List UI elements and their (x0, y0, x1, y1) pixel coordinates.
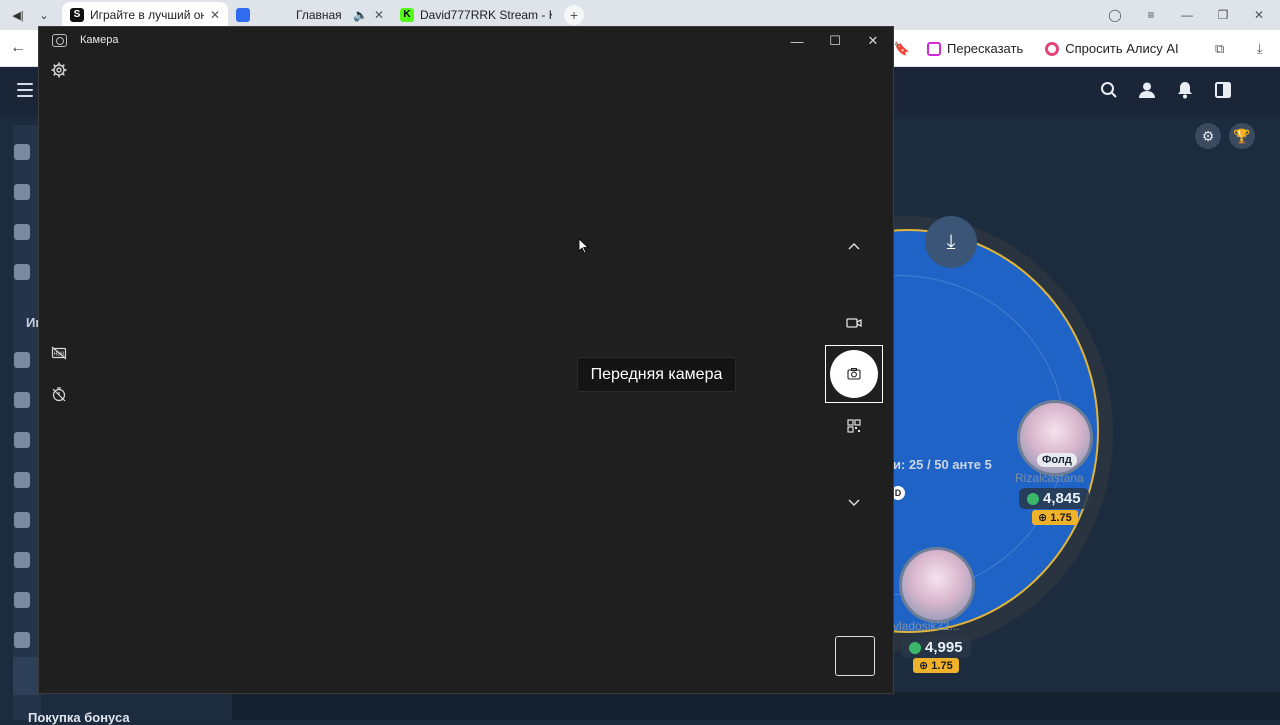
player-name: vladosik22... (893, 619, 960, 633)
close-window-icon[interactable]: ✕ (1248, 8, 1270, 22)
sidebar-icon[interactable] (14, 392, 30, 408)
close-button[interactable]: ✕ (854, 27, 892, 55)
player-bet: ⊕ 1.75 (1032, 510, 1078, 525)
photo-mode-frame (825, 345, 883, 403)
front-camera-tooltip: Передняя камера (577, 357, 736, 392)
video-mode-icon[interactable] (844, 313, 864, 333)
sidebar-icon[interactable] (14, 224, 30, 240)
player-bet: ⊕ 1.75 (913, 658, 959, 673)
audio-playing-icon[interactable]: 🔈 (353, 8, 368, 22)
downloads-icon[interactable]: ⤓ (1251, 41, 1269, 57)
timer-off-icon[interactable] (51, 386, 67, 402)
close-tab-icon[interactable]: ✕ (210, 8, 220, 22)
buy-bonus-link[interactable]: Покупка бонуса (28, 710, 130, 725)
camera-window: Камера — ☐ ✕ HDR Передняя камера (39, 27, 893, 693)
player-bet-value: 1.75 (1050, 512, 1072, 524)
tab-label: Играйте в лучший онл (90, 8, 204, 22)
minimize-icon[interactable]: — (1176, 8, 1198, 22)
sidebar-icon[interactable] (14, 632, 30, 648)
close-tab-icon[interactable]: ✕ (374, 8, 384, 22)
panel-toggle-icon[interactable] (1214, 81, 1232, 99)
mouse-cursor-icon (578, 238, 590, 254)
alice-icon (1045, 41, 1060, 56)
player-avatar[interactable] (899, 547, 975, 623)
extensions-icon[interactable]: ⧉ (1211, 41, 1229, 57)
new-tab-plus-icon[interactable]: + (564, 5, 584, 25)
tab-main[interactable]: Главная 🔈 ✕ (228, 2, 392, 28)
window-title: Камера (80, 34, 119, 46)
player-name: Rizalcastana (1015, 471, 1084, 485)
sidebar-item-active[interactable] (13, 657, 41, 695)
sidebar-icon[interactable] (14, 264, 30, 280)
chevron-down-icon[interactable] (844, 492, 864, 512)
minimize-button[interactable]: — (778, 27, 816, 55)
photo-mode-icon (847, 368, 861, 380)
download-arrow-icon[interactable]: ⤓ (925, 216, 977, 268)
retell-label: Пересказать (947, 41, 1024, 56)
sidebar-icon[interactable] (14, 552, 30, 568)
camera-app-icon (52, 34, 67, 47)
chip-icon (909, 641, 921, 654)
fold-status-badge: Фолд (1037, 453, 1077, 467)
toolbar-actions: 🔖 Пересказать Спросить Алису AI ⧉ ⤓ (893, 30, 1269, 67)
kick-favicon-icon: K (400, 8, 414, 22)
ask-alice-label: Спросить Алису AI (1065, 41, 1179, 56)
ask-alice-button[interactable]: Спросить Алису AI (1039, 37, 1184, 60)
tab-list-chevron-icon[interactable]: ⌄ (32, 4, 56, 26)
restore-icon[interactable]: ❐ (1212, 8, 1234, 22)
camera-titlebar: Камера — ☐ ✕ (39, 27, 893, 55)
trophy-icon[interactable]: 🏆 (1229, 123, 1255, 149)
tab-label: David777RRK Stream - Kic (420, 8, 552, 22)
hdr-off-icon[interactable]: HDR (51, 345, 67, 361)
retell-button[interactable]: Пересказать (921, 37, 1029, 60)
window-controls: ◯ ≡ — ❐ ✕ (1104, 8, 1280, 22)
player-stack: 4,845 (1019, 488, 1089, 509)
player-stack-value: 4,845 (1043, 490, 1081, 507)
sidebar-icon[interactable] (14, 512, 30, 528)
poker-table-area: ⚙ 🏆 ⤓ Фолд Rizalcastana 4,845 ⊕ 1.75 и: … (703, 117, 1280, 692)
last-capture-thumbnail[interactable] (835, 636, 875, 676)
sidebar-icon[interactable] (14, 184, 30, 200)
mute-tab-icon[interactable]: ◀| (6, 4, 30, 26)
sidebar-icon[interactable] (14, 352, 30, 368)
maximize-button[interactable]: ☐ (816, 27, 854, 55)
header-actions (1100, 81, 1232, 99)
tab-poker-site[interactable]: S Играйте в лучший онл ✕ (62, 2, 228, 28)
site-footer-strip (232, 692, 1280, 720)
settings-icon[interactable] (51, 62, 67, 78)
sidebar-icon[interactable] (14, 144, 30, 160)
blinds-info: и: 25 / 50 анте 5 (893, 457, 992, 472)
video-favicon-icon (236, 8, 250, 22)
site-sidebar (13, 125, 41, 720)
hamburger-menu-icon[interactable] (17, 83, 33, 97)
sidebar-icon[interactable] (14, 432, 30, 448)
player-stack: 4,995 (901, 637, 971, 658)
retell-icon (927, 41, 941, 56)
player-bet-value: 1.75 (931, 660, 953, 672)
tab-kick-stream[interactable]: K David777RRK Stream - Kic (392, 2, 560, 28)
browser-tabbar: ◀| ⌄ S Играйте в лучший онл ✕ Главная 🔈 … (0, 0, 1280, 30)
menu-icon[interactable]: ≡ (1140, 8, 1162, 22)
sidebar-icon[interactable] (14, 592, 30, 608)
qr-scan-icon[interactable] (844, 416, 864, 436)
site-favicon-icon: S (70, 8, 84, 22)
bell-icon[interactable] (1176, 81, 1194, 99)
player-stack-value: 4,995 (925, 639, 963, 656)
profile-icon[interactable]: ◯ (1104, 8, 1126, 22)
take-photo-button[interactable] (830, 350, 878, 398)
chevron-up-icon[interactable] (844, 236, 864, 256)
tabbar-left-controls: ◀| ⌄ (0, 4, 62, 26)
back-arrow-icon[interactable]: ← (0, 39, 36, 57)
chip-icon (1027, 492, 1039, 505)
table-settings-icon[interactable]: ⚙ (1195, 123, 1221, 149)
user-icon[interactable] (1138, 81, 1156, 99)
sidebar-icon[interactable] (14, 472, 30, 488)
search-icon[interactable] (1100, 81, 1118, 99)
bookmark-icon[interactable]: 🔖 (893, 41, 911, 57)
tab-label: Главная (296, 8, 342, 22)
dealer-button: D (891, 486, 905, 500)
